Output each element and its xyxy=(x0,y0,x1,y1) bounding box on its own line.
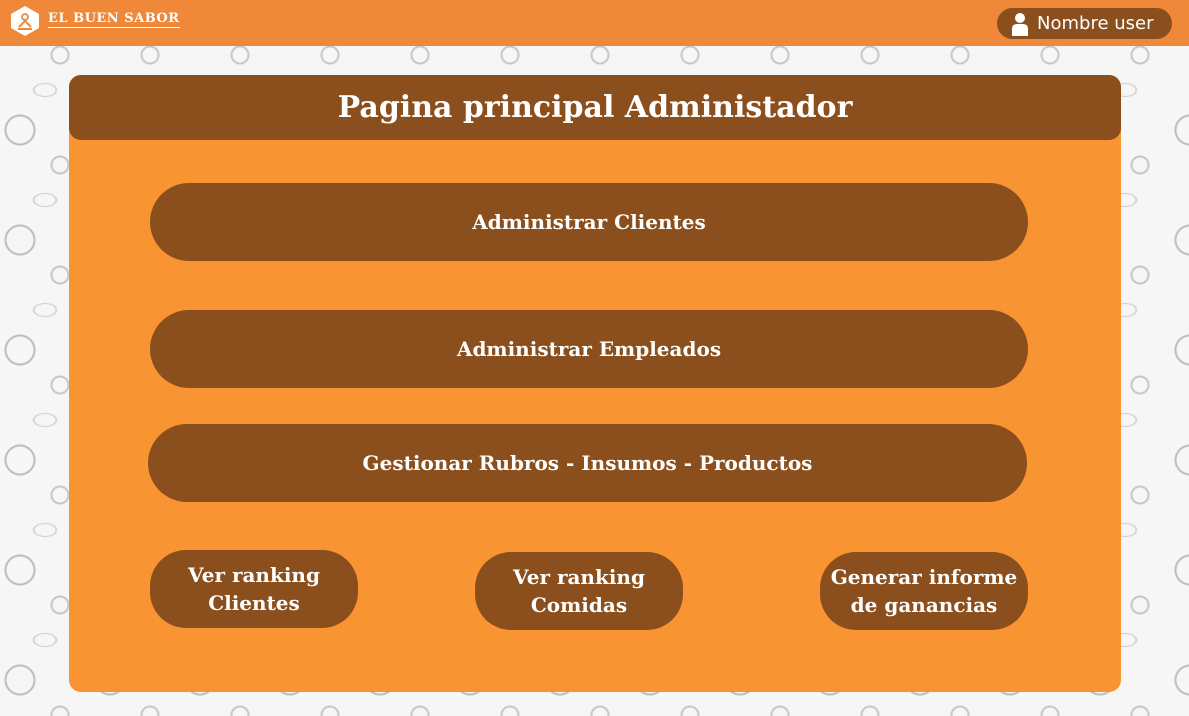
manage-clients-label: Administrar Clientes xyxy=(472,210,706,234)
ranking-food-label: Ver ranking Comidas xyxy=(513,565,645,617)
user-icon xyxy=(1011,12,1029,36)
admin-panel: Pagina principal Administador Administra… xyxy=(69,75,1121,692)
ranking-clients-label: Ver ranking Clientes xyxy=(188,563,320,615)
top-bar: EL BUEN SABOR Nombre user xyxy=(0,0,1189,46)
panel-header: Pagina principal Administador xyxy=(69,75,1121,140)
user-name: Nombre user xyxy=(1037,13,1154,34)
earnings-report-label: Generar informe de ganancias xyxy=(830,565,1018,617)
brand-logo[interactable]: EL BUEN SABOR xyxy=(10,5,180,37)
earnings-report-button[interactable]: Generar informe de ganancias xyxy=(820,552,1028,630)
manage-clients-button[interactable]: Administrar Clientes xyxy=(150,183,1028,261)
ranking-clients-button[interactable]: Ver ranking Clientes xyxy=(150,550,358,628)
chef-hat-logo-icon xyxy=(10,5,40,37)
manage-employees-button[interactable]: Administrar Empleados xyxy=(150,310,1028,388)
user-menu-button[interactable]: Nombre user xyxy=(997,8,1172,39)
manage-catalog-button[interactable]: Gestionar Rubros - Insumos - Productos xyxy=(148,424,1027,502)
brand-name: EL BUEN SABOR xyxy=(48,10,180,28)
manage-employees-label: Administrar Empleados xyxy=(456,337,722,361)
ranking-food-button[interactable]: Ver ranking Comidas xyxy=(475,552,683,630)
manage-catalog-label: Gestionar Rubros - Insumos - Productos xyxy=(362,451,813,475)
page-title: Pagina principal Administador xyxy=(337,90,853,125)
